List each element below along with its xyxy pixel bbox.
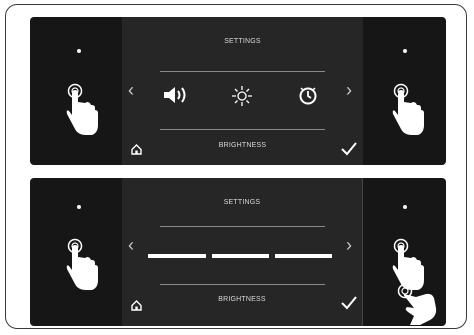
- control-panel-brightness-level: SETTINGS ‹ › BRIGHTNESS: [30, 178, 446, 326]
- tap-hand-icon[interactable]: [66, 83, 102, 139]
- tap-hand-icon[interactable]: [392, 83, 428, 139]
- clock-icon[interactable]: [298, 85, 318, 105]
- level-segment-2: [212, 254, 269, 258]
- brightness-level-bar[interactable]: [148, 254, 338, 258]
- level-segment-3: [275, 254, 332, 258]
- indicator-dot-right: [403, 205, 407, 209]
- home-icon[interactable]: [131, 144, 142, 155]
- next-arrow[interactable]: ›: [346, 236, 352, 254]
- control-panel-settings-icons: SETTINGS ‹ › BRIGHTNESS: [30, 17, 446, 165]
- level-segment-1: [148, 254, 206, 258]
- divider-top: [160, 226, 325, 227]
- previous-arrow[interactable]: ‹: [128, 81, 134, 99]
- previous-arrow[interactable]: ‹: [128, 236, 134, 254]
- divider-bottom: [160, 284, 325, 285]
- speaker-icon[interactable]: [163, 86, 189, 104]
- display-screen: SETTINGS ‹ › BRIGHTNESS: [122, 17, 363, 165]
- swipe-hand-icon[interactable]: [396, 282, 440, 326]
- divider-top: [160, 71, 325, 72]
- screen-header: SETTINGS: [223, 199, 261, 206]
- next-arrow[interactable]: ›: [346, 81, 352, 99]
- indicator-dot-left: [77, 205, 81, 209]
- screen-footer: BRIGHTNESS: [218, 296, 266, 303]
- checkmark-icon[interactable]: [341, 142, 357, 156]
- divider-bottom: [160, 129, 325, 130]
- home-icon[interactable]: [131, 300, 142, 311]
- brightness-icon[interactable]: [231, 85, 253, 107]
- screen-header: SETTINGS: [224, 38, 261, 45]
- tap-hand-icon[interactable]: [66, 238, 102, 294]
- checkmark-icon[interactable]: [341, 296, 357, 310]
- screen-footer: BRIGHTNESS: [218, 142, 267, 149]
- indicator-dot-left: [77, 49, 81, 53]
- display-screen: SETTINGS ‹ › BRIGHTNESS: [122, 178, 363, 326]
- indicator-dot-right: [403, 49, 407, 53]
